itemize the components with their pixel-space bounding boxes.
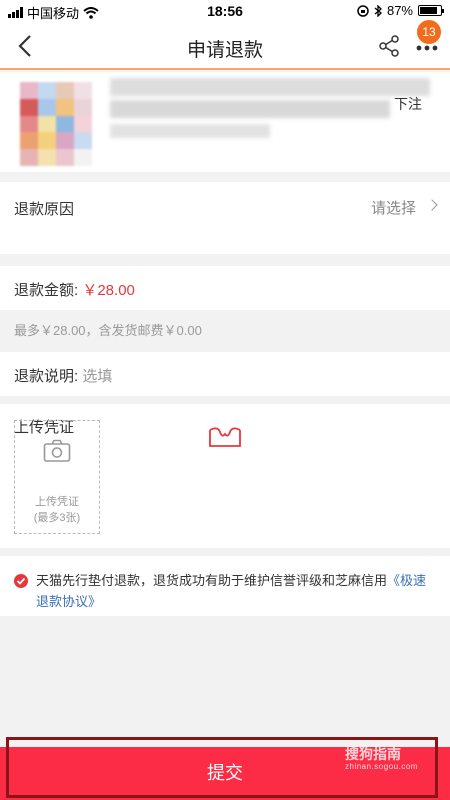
battery-fill <box>420 7 438 14</box>
product-quantity: 下注 <box>394 96 422 112</box>
share-icon[interactable] <box>377 34 401 58</box>
tmall-logo-icon <box>209 427 241 447</box>
refund-reason-label: 退款原因 <box>14 201 75 218</box>
refund-reason-value: 请选择 <box>370 200 416 217</box>
product-thumbnail <box>20 82 92 166</box>
upload-proof-button[interactable]: 上传凭证 (最多3张) <box>14 420 100 534</box>
agreement-text: 天猫先行垫付退款，退货成功有助于维护信誉评级和芝麻信用 <box>36 573 388 588</box>
upload-box-hint: (最多3张) <box>33 512 81 524</box>
orientation-lock-icon <box>357 4 369 17</box>
camera-icon <box>43 439 71 462</box>
watermark-url: zhinan.sogou.com <box>345 762 418 771</box>
chevron-right-icon <box>426 199 438 211</box>
battery-percent: 87% <box>386 3 413 18</box>
refund-description-label: 退款说明: <box>14 368 79 385</box>
product-card: 下注 <box>0 72 450 172</box>
status-right: 87% <box>357 3 444 18</box>
refund-amount-label: 退款金额: <box>14 282 79 299</box>
agreement-text-block: 天猫先行垫付退款，退货成功有助于维护信誉评级和芝麻信用《极速退款协议》 <box>36 570 436 612</box>
bluetooth-icon <box>374 4 382 17</box>
product-title-blurred-line2 <box>110 100 390 118</box>
refund-description-field: 退款说明: 选填 <box>14 365 112 386</box>
refund-amount-hint: 最多￥28.00，含发货邮费￥0.00 <box>14 323 202 338</box>
refund-description-row[interactable]: 退款说明: 选填 <box>0 352 450 396</box>
upload-box-label: 上传凭证 <box>35 496 79 508</box>
refund-description-input[interactable]: 选填 <box>82 368 112 385</box>
product-spec-blurred <box>110 124 270 138</box>
refund-amount-field: 退款金额: ￥28.00 <box>14 279 135 300</box>
agreement-checkbox[interactable] <box>14 574 28 588</box>
agreement-section: 天猫先行垫付退款，退货成功有助于维护信誉评级和芝麻信用《极速退款协议》 <box>0 556 450 616</box>
battery-icon <box>418 5 444 16</box>
notification-badge: 13 <box>417 20 441 44</box>
refund-reason-row[interactable]: 退款原因 请选择 <box>0 182 450 254</box>
watermark: 搜狗指南 zhinan.sogou.com <box>345 744 435 774</box>
refund-amount-value: ￥28.00 <box>82 282 135 299</box>
check-icon <box>16 577 26 585</box>
refund-amount-row: 退款金额: ￥28.00 <box>0 266 450 310</box>
watermark-title: 搜狗指南 <box>345 746 401 762</box>
status-bar: 中国移动 18:56 87% <box>0 0 450 22</box>
product-title-blurred <box>110 78 430 96</box>
nav-bar: 申请退款 13 <box>0 20 450 70</box>
